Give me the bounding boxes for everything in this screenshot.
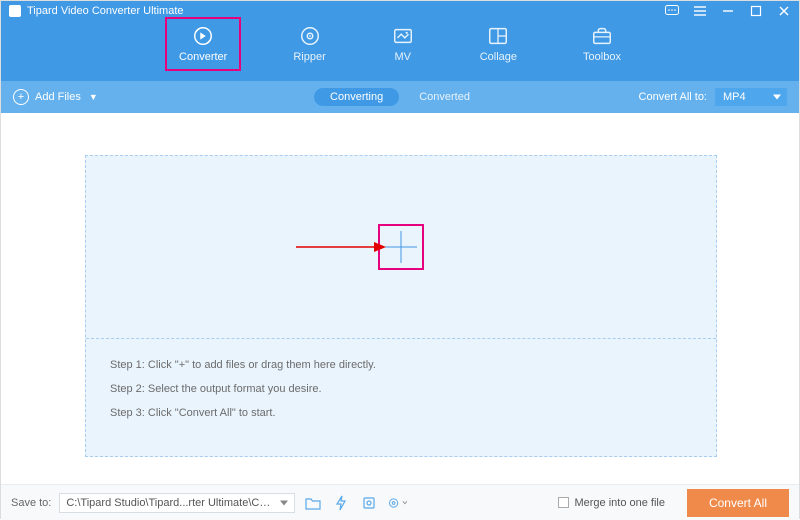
app-header: Tipard Video Converter Ultimate Con	[1, 1, 799, 81]
toolbox-icon	[591, 25, 613, 47]
mv-icon	[392, 25, 414, 47]
convert-all-to-label: Convert All to:	[639, 91, 707, 103]
tab-label: Collage	[480, 51, 517, 63]
merge-label: Merge into one file	[574, 497, 665, 509]
plus-circle-icon: +	[13, 89, 29, 105]
gear-icon	[387, 495, 400, 511]
high-speed-button[interactable]	[359, 493, 379, 513]
output-format-select[interactable]: MP4	[715, 88, 787, 106]
step-1-text: Step 1: Click "+" to add files or drag t…	[110, 353, 692, 377]
step-3-text: Step 3: Click "Convert All" to start.	[110, 401, 692, 425]
tab-label: Converter	[179, 51, 227, 63]
window-controls	[665, 4, 791, 18]
open-folder-button[interactable]	[303, 493, 323, 513]
titlebar: Tipard Video Converter Ultimate	[1, 1, 799, 19]
tab-ripper[interactable]: Ripper	[283, 21, 335, 67]
maximize-icon[interactable]	[749, 4, 763, 18]
ripper-icon	[299, 25, 321, 47]
tab-label: Ripper	[293, 51, 325, 63]
dropzone-top	[86, 156, 716, 338]
hardware-accel-button[interactable]	[331, 493, 351, 513]
chevron-down-icon	[402, 500, 408, 505]
annotation-arrow-icon	[296, 240, 386, 254]
app-logo-icon	[9, 5, 21, 17]
status-tabs: Converting Converted	[314, 88, 486, 106]
minimize-icon[interactable]	[721, 4, 735, 18]
feedback-icon[interactable]	[665, 4, 679, 18]
close-icon[interactable]	[777, 4, 791, 18]
menu-icon[interactable]	[693, 4, 707, 18]
bolt-icon	[334, 495, 348, 511]
tab-collage[interactable]: Collage	[470, 21, 527, 67]
output-format-value: MP4	[723, 91, 746, 103]
merge-checkbox[interactable]: Merge into one file	[558, 497, 665, 509]
folder-icon	[305, 496, 321, 510]
converter-icon	[192, 25, 214, 47]
tab-label: MV	[394, 51, 411, 63]
add-files-label: Add Files	[35, 91, 81, 103]
save-path-value: C:\Tipard Studio\Tipard...rter Ultimate\…	[66, 497, 295, 509]
tab-toolbox[interactable]: Toolbox	[573, 21, 631, 67]
convert-all-to: Convert All to: MP4	[639, 88, 787, 106]
footer: Save to: C:\Tipard Studio\Tipard...rter …	[1, 484, 799, 520]
save-to-label: Save to:	[11, 497, 51, 509]
checkbox-icon	[558, 497, 569, 508]
collage-icon	[487, 25, 509, 47]
step-2-text: Step 2: Select the output format you des…	[110, 377, 692, 401]
main-area: Step 1: Click "+" to add files or drag t…	[1, 113, 799, 484]
chevron-down-icon: ▼	[89, 92, 98, 102]
nav-tabs: Converter Ripper MV Collage Toolbox	[1, 21, 799, 67]
tab-mv[interactable]: MV	[382, 21, 424, 67]
app-title: Tipard Video Converter Ultimate	[27, 5, 184, 17]
convert-all-button[interactable]: Convert All	[687, 489, 789, 517]
dropzone[interactable]: Step 1: Click "+" to add files or drag t…	[85, 155, 717, 457]
settings-button[interactable]	[387, 493, 407, 513]
plus-icon	[381, 227, 421, 267]
chip-icon	[361, 495, 377, 511]
add-files-button[interactable]: + Add Files ▼	[13, 89, 98, 105]
tab-converted[interactable]: Converted	[403, 88, 486, 106]
tab-label: Toolbox	[583, 51, 621, 63]
save-path-select[interactable]: C:\Tipard Studio\Tipard...rter Ultimate\…	[59, 493, 295, 513]
tab-converter[interactable]: Converter	[169, 21, 237, 67]
toolbar: + Add Files ▼ Converting Converted Conve…	[1, 81, 799, 113]
instruction-steps: Step 1: Click "+" to add files or drag t…	[86, 339, 716, 440]
tab-converting[interactable]: Converting	[314, 88, 399, 106]
